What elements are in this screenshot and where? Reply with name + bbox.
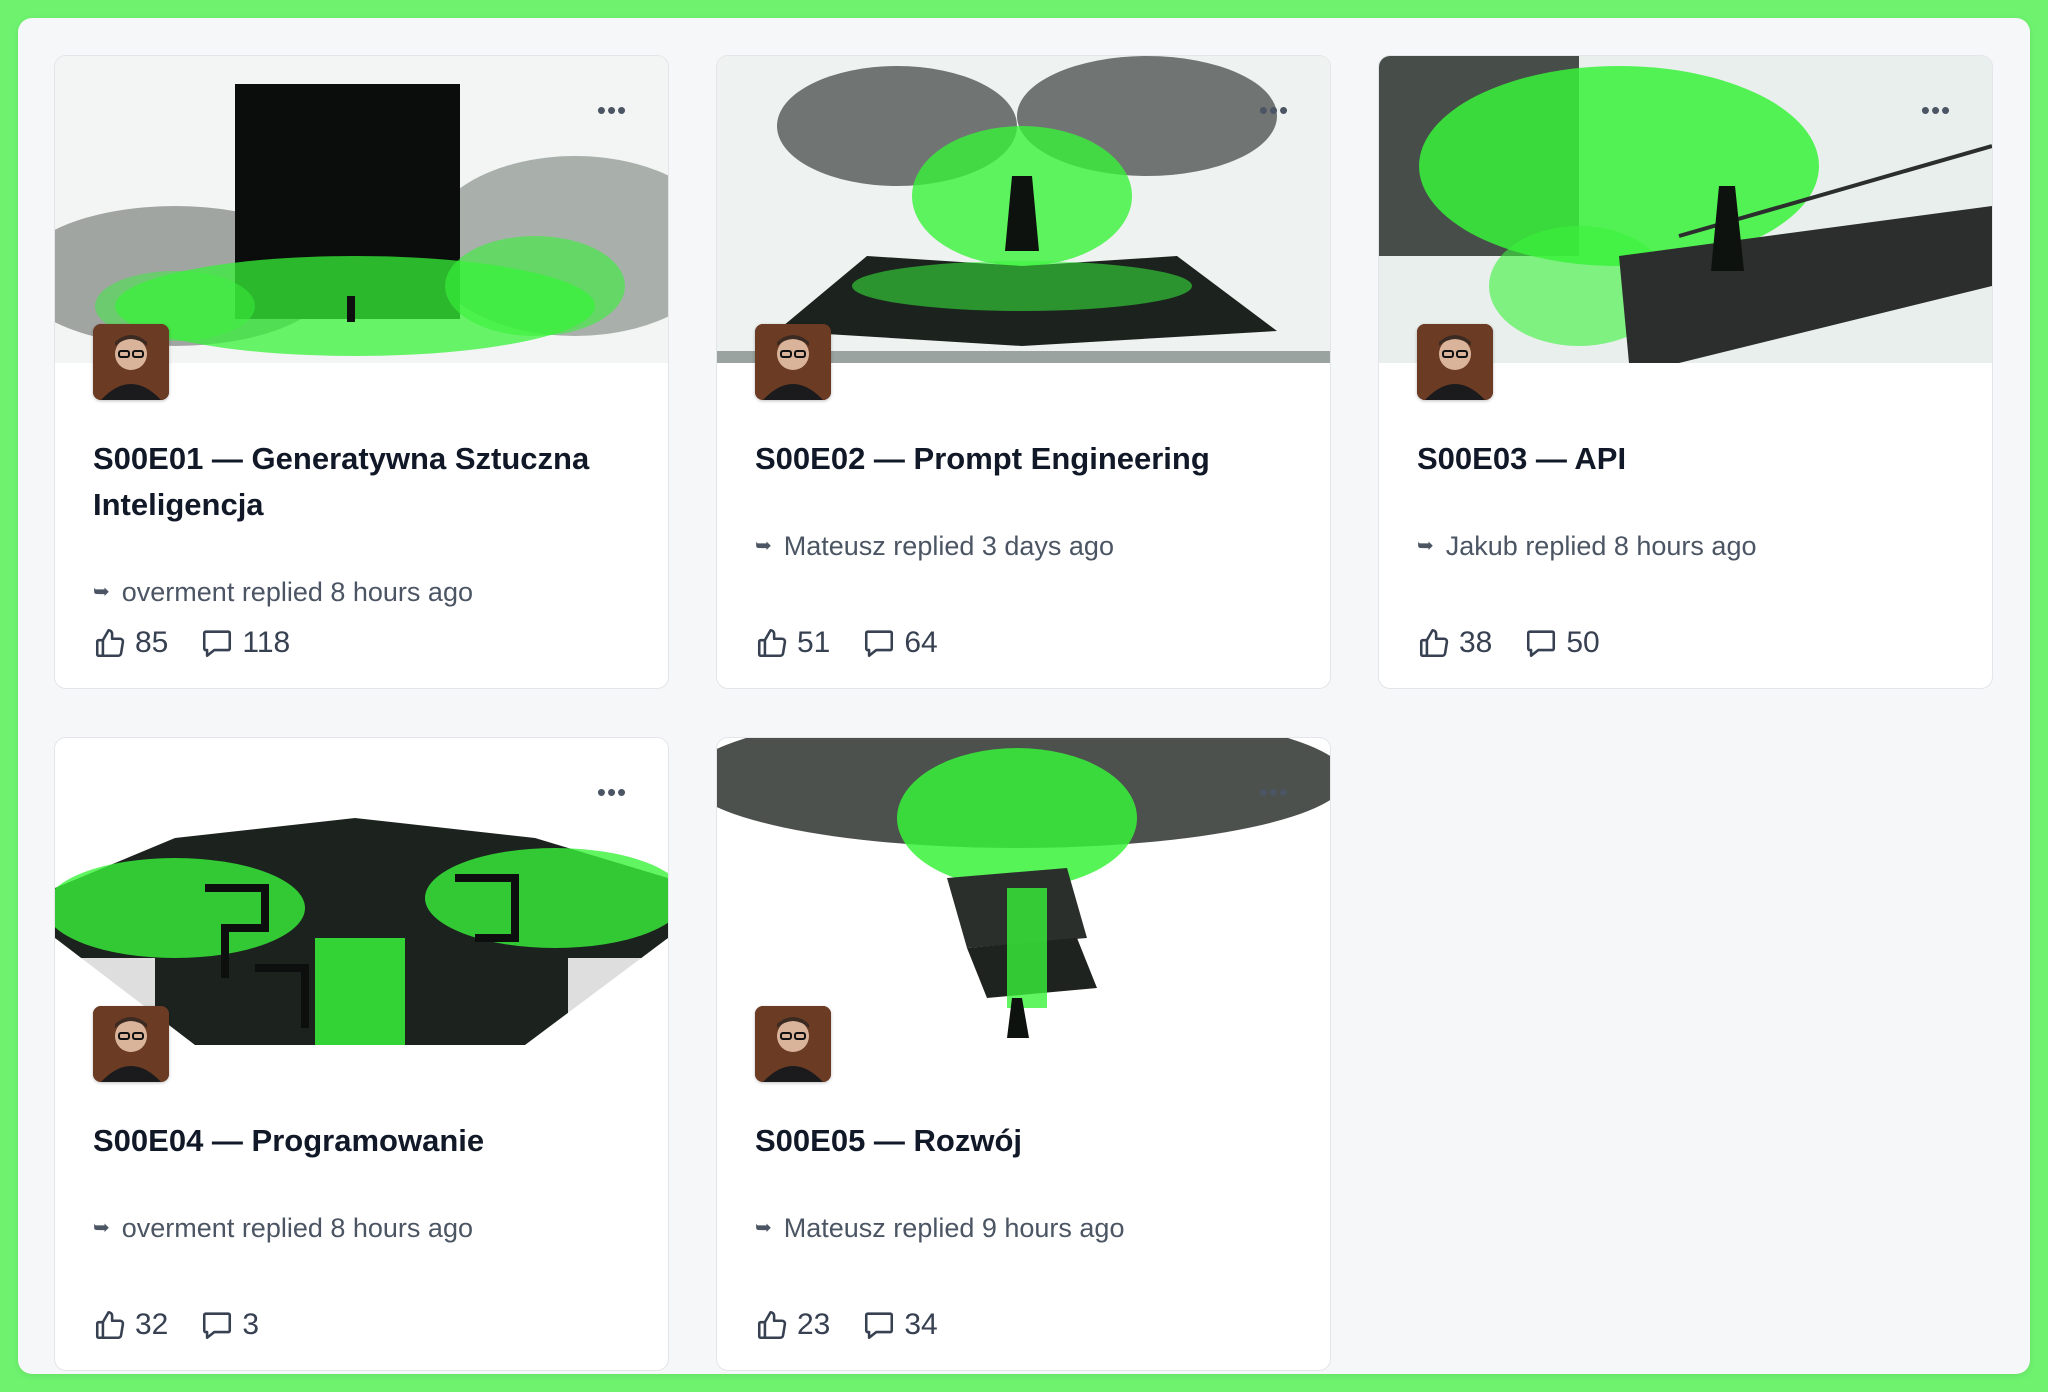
reply-arrow-icon: ➥ — [755, 535, 772, 557]
likes-stat[interactable]: 38 — [1417, 626, 1492, 660]
author-avatar[interactable] — [93, 1006, 169, 1082]
more-options-button[interactable]: ••• — [1920, 94, 1952, 126]
more-options-button[interactable]: ••• — [596, 94, 628, 126]
last-reply-text: overment replied 8 hours ago — [121, 577, 473, 607]
comment-icon — [862, 626, 896, 660]
last-reply-text: Mateusz replied 3 days ago — [783, 531, 1114, 561]
likes-count: 38 — [1459, 626, 1493, 659]
reply-arrow-icon: ➥ — [93, 1217, 110, 1239]
likes-count: 85 — [135, 626, 169, 659]
likes-stat[interactable]: 51 — [755, 626, 830, 660]
episode-cover-image[interactable] — [55, 56, 668, 363]
episode-title[interactable]: S00E01 — Generatywna Sztuczna Inteligenc… — [93, 436, 633, 528]
episode-cover-image[interactable] — [717, 56, 1330, 363]
episode-stats: 32 3 — [93, 1308, 259, 1342]
more-options-button[interactable]: ••• — [1258, 776, 1290, 808]
reply-arrow-icon: ➥ — [1417, 535, 1434, 557]
reply-arrow-icon: ➥ — [755, 1217, 772, 1239]
episode-cover-image[interactable] — [1379, 56, 1992, 363]
comments-count: 34 — [904, 1308, 938, 1341]
last-reply-text: Jakub replied 8 hours ago — [1445, 531, 1757, 561]
comment-icon — [862, 1308, 896, 1342]
episode-stats: 23 34 — [755, 1308, 938, 1342]
episode-card[interactable]: ••• S00E04 — Programowanie ➥ overment re… — [54, 737, 669, 1371]
thumbs-up-icon — [755, 626, 789, 660]
likes-count: 32 — [135, 1308, 169, 1341]
thumbs-up-icon — [755, 1308, 789, 1342]
episode-title[interactable]: S00E05 — Rozwój — [755, 1118, 1295, 1164]
episode-card[interactable]: ••• S00E03 — API ➥ Jakub replied 8 hours… — [1378, 55, 1993, 689]
episode-card[interactable]: ••• S00E02 — Prompt Engineering ➥ Mateus… — [716, 55, 1331, 689]
episode-title[interactable]: S00E03 — API — [1417, 436, 1957, 482]
author-avatar[interactable] — [1417, 324, 1493, 400]
author-avatar[interactable] — [755, 1006, 831, 1082]
likes-stat[interactable]: 23 — [755, 1308, 830, 1342]
likes-stat[interactable]: 85 — [93, 626, 168, 660]
episode-cover-image[interactable] — [717, 738, 1330, 1045]
likes-stat[interactable]: 32 — [93, 1308, 168, 1342]
reply-arrow-icon: ➥ — [93, 581, 110, 603]
more-options-button[interactable]: ••• — [1258, 94, 1290, 126]
comments-stat[interactable]: 64 — [862, 626, 938, 660]
thumbs-up-icon — [93, 626, 127, 660]
episode-cover-image[interactable] — [55, 738, 668, 1045]
thumbs-up-icon — [93, 1308, 127, 1342]
episode-stats: 38 50 — [1417, 626, 1600, 660]
last-reply: ➥ Jakub replied 8 hours ago — [1417, 528, 1756, 564]
thumbs-up-icon — [1417, 626, 1451, 660]
episode-card[interactable]: ••• S00E05 — Rozwój ➥ Mateusz replied 9 … — [716, 737, 1331, 1371]
comments-count: 3 — [242, 1308, 260, 1341]
episode-stats: 51 64 — [755, 626, 938, 660]
comment-icon — [200, 1308, 234, 1342]
last-reply: ➥ overment replied 8 hours ago — [93, 574, 473, 610]
course-grid-panel: ••• S00E01 — Generatywna Sztuczna Inteli… — [18, 18, 2030, 1374]
likes-count: 23 — [797, 1308, 831, 1341]
comments-count: 118 — [242, 626, 291, 659]
last-reply-text: overment replied 8 hours ago — [121, 1213, 473, 1243]
comments-stat[interactable]: 118 — [200, 626, 290, 660]
comment-icon — [200, 626, 234, 660]
comments-stat[interactable]: 34 — [862, 1308, 938, 1342]
last-reply-text: Mateusz replied 9 hours ago — [783, 1213, 1125, 1243]
episode-card[interactable]: ••• S00E01 — Generatywna Sztuczna Inteli… — [54, 55, 669, 689]
author-avatar[interactable] — [93, 324, 169, 400]
last-reply: ➥ Mateusz replied 9 hours ago — [755, 1210, 1124, 1246]
comments-stat[interactable]: 3 — [200, 1308, 259, 1342]
author-avatar[interactable] — [755, 324, 831, 400]
last-reply: ➥ Mateusz replied 3 days ago — [755, 528, 1114, 564]
comments-stat[interactable]: 50 — [1524, 626, 1600, 660]
comment-icon — [1524, 626, 1558, 660]
comments-count: 64 — [904, 626, 938, 659]
likes-count: 51 — [797, 626, 831, 659]
episode-title[interactable]: S00E02 — Prompt Engineering — [755, 436, 1295, 482]
last-reply: ➥ overment replied 8 hours ago — [93, 1210, 473, 1246]
episode-stats: 85 118 — [93, 626, 290, 660]
comments-count: 50 — [1566, 626, 1600, 659]
episode-title[interactable]: S00E04 — Programowanie — [93, 1118, 633, 1164]
more-options-button[interactable]: ••• — [596, 776, 628, 808]
